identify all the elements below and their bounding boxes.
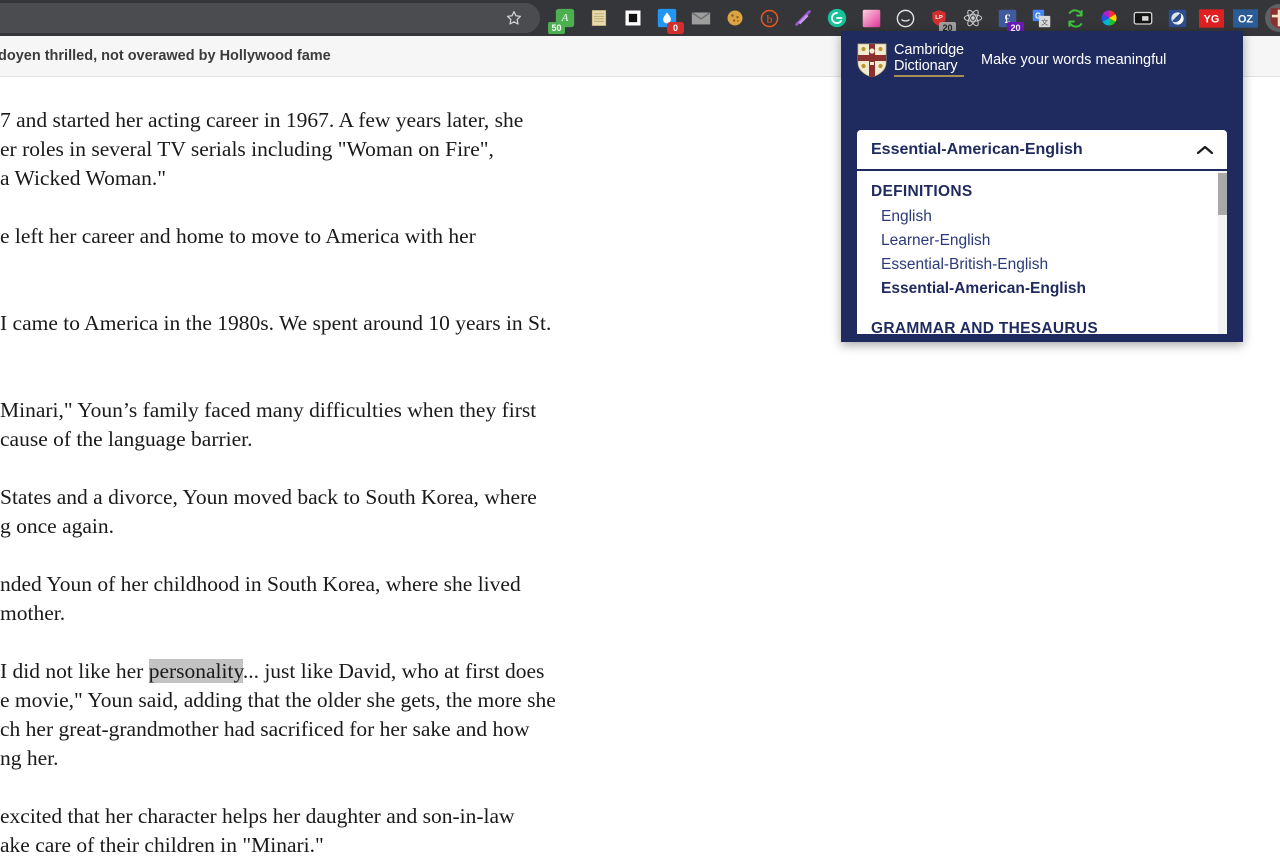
cambridge-logo[interactable]: Cambridge Dictionary — [857, 42, 964, 77]
address-bar-url[interactable]: erawed-by-hollywood-fame-4243816.html — [0, 3, 496, 33]
selected-word-personality[interactable]: personality — [149, 659, 243, 683]
article-paragraph: excited that her character helps her dau… — [0, 802, 860, 860]
pink-gradient-extension[interactable] — [857, 4, 885, 32]
dropdown-option-learner-english[interactable]: Learner-English — [857, 230, 1227, 254]
article-paragraph: 7 and started her acting career in 1967.… — [0, 106, 860, 193]
water-drop-badge: 0 — [667, 22, 684, 34]
svg-text:YG: YG — [1203, 13, 1219, 25]
dropdown-option-essential-american-english[interactable]: Essential-American-English — [857, 278, 1227, 302]
article-paragraph-with-selection: I did not like her personality... just l… — [0, 657, 860, 773]
article-paragraph: nded Youn of her childhood in South Kore… — [0, 570, 860, 628]
mail-extension[interactable] — [687, 4, 715, 32]
article-paragraph: e left her career and home to move to Am… — [0, 222, 860, 251]
cambridge-tagline: Make your words meaningful — [981, 52, 1166, 68]
water-drop-extension[interactable]: 0 — [653, 4, 681, 32]
lastpass-extension[interactable]: LP 20 — [925, 4, 953, 32]
cambridge-popup-header: Cambridge Dictionary Make your words mea… — [841, 31, 1243, 88]
cookie-extension[interactable] — [721, 4, 749, 32]
svg-text:LP: LP — [935, 15, 943, 21]
dictionary-dropdown-list[interactable]: DEFINITIONS English Learner-English Esse… — [857, 171, 1227, 334]
article-paragraph: Minari," Youn’s family faced many diffic… — [0, 396, 860, 454]
svg-text:OZ: OZ — [1237, 13, 1252, 25]
react-devtools-extension[interactable] — [959, 4, 987, 32]
pound-currency-extension[interactable]: £ 20 — [993, 4, 1021, 32]
cambridge-dictionary-popup: Cambridge Dictionary Make your words mea… — [841, 31, 1243, 342]
grammarly-extension[interactable] — [823, 4, 851, 32]
article-paragraph: States and a divorce, Youn moved back to… — [0, 483, 860, 541]
svg-text:文: 文 — [1041, 17, 1048, 26]
color-wheel-extension[interactable] — [1095, 4, 1123, 32]
dropdown-group-title-grammar-and-thesaurus: GRAMMAR AND THESAURUS — [857, 319, 1227, 334]
dropdown-option-essential-british-english[interactable]: Essential-British-English — [857, 254, 1227, 278]
bookmark-star-icon[interactable] — [504, 8, 524, 28]
article-body: 7 and started her acting career in 1967.… — [0, 77, 860, 860]
feather-pen-extension[interactable] — [789, 4, 817, 32]
refresh-sync-extension[interactable] — [1061, 4, 1089, 32]
selection-text-before: I did not like her — [0, 659, 149, 683]
cambridge-wordmark: Cambridge Dictionary — [894, 42, 964, 77]
wordmark-line-1: Cambridge — [894, 42, 964, 58]
dropdown-scrollbar[interactable] — [1218, 171, 1227, 334]
article-paragraph: I came to America in the 1980s. We spent… — [0, 309, 860, 338]
b-circle-extension[interactable]: b — [755, 4, 783, 32]
wordmark-line-2: Dictionary — [894, 58, 964, 77]
dropdown-scrollbar-thumb[interactable] — [1218, 173, 1227, 215]
google-translate-extension[interactable]: G 文 — [1027, 4, 1055, 32]
dropdown-group-title-definitions: DEFINITIONS — [857, 182, 1227, 206]
svg-text:b: b — [766, 13, 772, 25]
chevron-up-icon[interactable] — [1195, 140, 1215, 160]
cambridge-crest-icon — [857, 43, 887, 77]
notes-extension[interactable] — [585, 4, 613, 32]
moon-contrast-extension[interactable] — [1163, 4, 1191, 32]
smiley-circle-extension[interactable] — [891, 4, 919, 32]
picture-in-picture-extension[interactable] — [1129, 4, 1157, 32]
oz-extension[interactable]: OZ — [1231, 4, 1259, 32]
cambridge-dictionary-extension[interactable] — [1265, 4, 1280, 32]
dictionary-select-box[interactable]: Essential-American-English — [857, 130, 1227, 170]
address-bar[interactable]: erawed-by-hollywood-fame-4243816.html — [0, 3, 540, 33]
dictionary-select-value: Essential-American-English — [871, 141, 1195, 159]
adblock-plus-extension[interactable]: A 50 — [551, 4, 579, 32]
adblock-badge: 50 — [548, 22, 565, 34]
square-frame-extension[interactable] — [619, 4, 647, 32]
dropdown-option-english[interactable]: English — [857, 206, 1227, 230]
page-title: doyen thrilled, not overawed by Hollywoo… — [0, 48, 331, 64]
yg-extension[interactable]: YG — [1197, 4, 1225, 32]
